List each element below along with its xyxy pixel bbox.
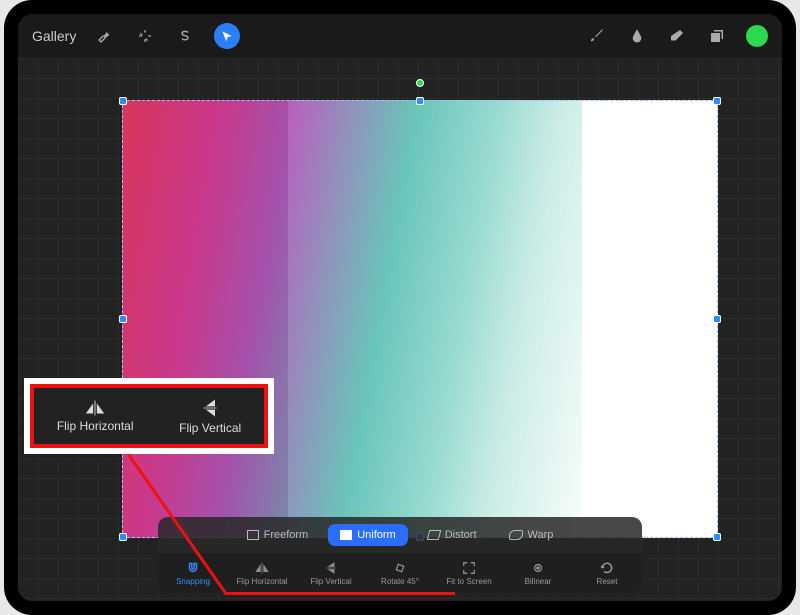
callout-flip-vertical: Flip Vertical — [179, 398, 241, 435]
mode-label: Freeform — [264, 529, 309, 541]
callout-flip-horizontal: Flip Horizontal — [57, 400, 134, 433]
mode-distort[interactable]: Distort — [416, 524, 489, 546]
fit-screen-icon — [462, 561, 476, 575]
flip-vertical-button[interactable]: Flip Vertical — [304, 561, 358, 586]
interpolation-icon — [531, 561, 545, 575]
uniform-icon — [340, 530, 352, 540]
app-screen: Gallery — [18, 14, 782, 601]
transform-toolbar: Snapping Flip Horizontal Flip Vertical — [158, 553, 642, 593]
flip-vertical-icon — [325, 561, 337, 575]
rotation-handle[interactable] — [416, 79, 424, 87]
transform-mode-bar: Freeform Uniform Distort Warp — [158, 517, 642, 553]
mode-label: Warp — [528, 529, 554, 541]
mode-freeform[interactable]: Freeform — [235, 524, 321, 546]
warp-icon — [509, 530, 523, 540]
brush-icon[interactable] — [586, 25, 608, 47]
rotate-45-button[interactable]: Rotate 45° — [373, 561, 427, 586]
distort-icon — [426, 530, 441, 540]
fit-to-screen-button[interactable]: Fit to Screen — [442, 561, 496, 586]
canvas-area[interactable]: Freeform Uniform Distort Warp — [18, 58, 782, 601]
annotation-callout-inner: Flip Horizontal Flip Vertical — [30, 384, 268, 448]
toolbar-label: Reset — [597, 577, 618, 586]
magnet-icon — [186, 561, 200, 575]
eraser-icon[interactable] — [666, 25, 688, 47]
mode-uniform[interactable]: Uniform — [328, 524, 408, 546]
gallery-button[interactable]: Gallery — [32, 28, 76, 44]
color-swatch[interactable] — [746, 25, 768, 47]
transform-arrow-icon[interactable] — [214, 23, 240, 49]
flip-horizontal-icon — [84, 400, 106, 416]
smudge-icon[interactable] — [626, 25, 648, 47]
toolbar-label: Flip Vertical — [310, 577, 351, 586]
toolbar-label: Flip Horizontal — [236, 577, 287, 586]
reset-icon — [600, 561, 614, 575]
snapping-button[interactable]: Snapping — [166, 561, 220, 586]
mode-label: Distort — [445, 529, 477, 541]
toolbar-label: Rotate 45° — [381, 577, 419, 586]
toolbar-label: Fit to Screen — [446, 577, 491, 586]
selection-s-icon[interactable] — [174, 25, 196, 47]
flip-horizontal-icon — [254, 561, 270, 575]
callout-label: Flip Vertical — [179, 421, 241, 435]
flip-horizontal-button[interactable]: Flip Horizontal — [235, 561, 289, 586]
reset-button[interactable]: Reset — [580, 561, 634, 586]
bilinear-button[interactable]: Bilinear — [511, 561, 565, 586]
gradient-layer[interactable] — [122, 100, 582, 538]
layers-icon[interactable] — [706, 25, 728, 47]
mode-warp[interactable]: Warp — [497, 524, 566, 546]
adjust-icon[interactable] — [134, 25, 156, 47]
freeform-icon — [247, 530, 259, 540]
flip-vertical-icon — [202, 398, 218, 418]
rotate-icon — [393, 561, 407, 575]
wrench-icon[interactable] — [94, 25, 116, 47]
toolbar-label: Snapping — [176, 577, 210, 586]
callout-label: Flip Horizontal — [57, 419, 134, 433]
annotation-callout: Flip Horizontal Flip Vertical — [24, 378, 274, 454]
top-toolbar: Gallery — [18, 14, 782, 58]
toolbar-label: Bilinear — [525, 577, 552, 586]
mode-label: Uniform — [357, 529, 396, 541]
ipad-device-frame: Gallery — [4, 0, 796, 615]
